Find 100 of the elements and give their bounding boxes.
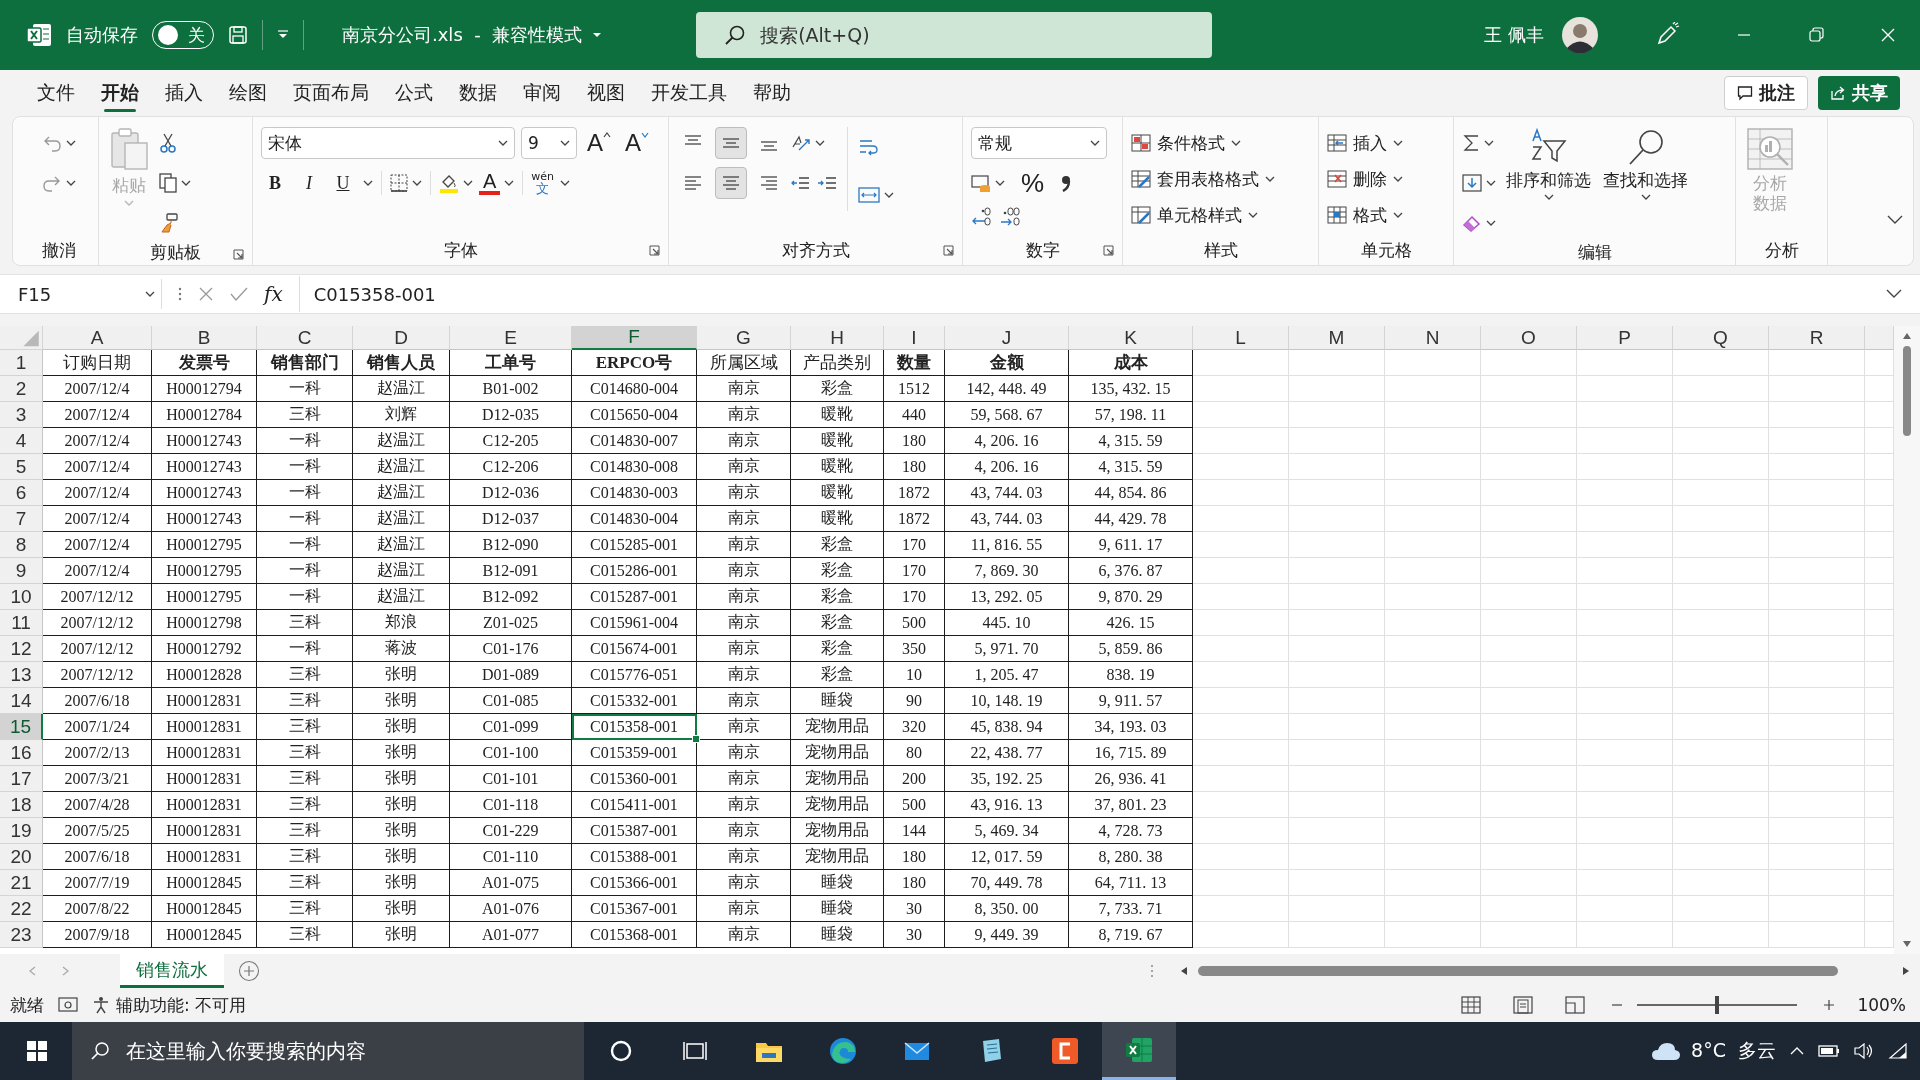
caret-icon[interactable] — [1640, 194, 1651, 200]
caret-icon[interactable] — [1265, 176, 1275, 182]
accessibility-status[interactable]: 辅助功能: 不可用 — [92, 993, 247, 1017]
caret-icon[interactable] — [815, 140, 825, 146]
bold-button[interactable]: B — [261, 172, 289, 194]
menu-tab[interactable]: 开始 — [88, 74, 152, 112]
align-center-icon[interactable] — [721, 173, 741, 193]
column-header[interactable]: C — [257, 326, 353, 350]
caret-icon[interactable] — [1543, 194, 1554, 200]
dialog-launcher-icon[interactable] — [1103, 245, 1114, 256]
caret-icon[interactable] — [995, 180, 1005, 186]
menu-tab[interactable]: 开发工具 — [638, 74, 740, 112]
column-header[interactable]: E — [450, 326, 572, 350]
recorder-app-icon[interactable] — [1049, 1035, 1081, 1067]
caret-icon[interactable] — [560, 140, 570, 146]
row-header[interactable]: 3 — [0, 402, 43, 428]
eraser-icon[interactable] — [1462, 213, 1482, 233]
menu-tab[interactable]: 公式 — [382, 74, 446, 112]
dialog-launcher-icon[interactable] — [943, 245, 954, 256]
search-field[interactable]: 搜索(Alt+Q) — [696, 12, 1213, 58]
row-header[interactable]: 1 — [0, 350, 43, 376]
column-header[interactable]: L — [1193, 326, 1289, 350]
column-header[interactable]: F — [572, 326, 697, 350]
comment-button[interactable]: 批注 — [1724, 76, 1808, 110]
column-header[interactable]: N — [1385, 326, 1481, 350]
column-header[interactable]: Q — [1673, 326, 1769, 350]
row-header[interactable]: 7 — [0, 506, 43, 532]
ribbon-menu-button[interactable]: 格式 — [1327, 199, 1403, 231]
row-header[interactable]: 21 — [0, 870, 43, 896]
caret-icon[interactable] — [463, 180, 473, 186]
caret-icon[interactable] — [145, 291, 155, 297]
insert-function-button[interactable]: fx — [264, 282, 283, 306]
file-name-menu[interactable]: 南京分公司.xls - 兼容性模式 — [342, 23, 603, 47]
column-header[interactable]: H — [791, 326, 884, 350]
number-format-field[interactable]: 常规 — [971, 127, 1107, 159]
column-header[interactable]: O — [1481, 326, 1577, 350]
fill-down-icon[interactable] — [1462, 173, 1482, 193]
format-painter-icon[interactable] — [159, 213, 179, 233]
comma-style-icon[interactable] — [1060, 174, 1073, 192]
expand-formula-icon[interactable] — [1886, 289, 1902, 299]
fill-color-icon[interactable] — [439, 173, 459, 193]
spreadsheet-icon[interactable] — [26, 23, 52, 47]
caret-icon[interactable] — [412, 180, 422, 186]
ribbon-menu-button[interactable]: 删除 — [1327, 163, 1403, 195]
borders-icon[interactable] — [390, 174, 408, 192]
page-layout-icon[interactable] — [1513, 996, 1534, 1014]
row-header[interactable]: 8 — [0, 532, 43, 558]
row-header[interactable]: 22 — [0, 896, 43, 922]
column-header[interactable]: G — [697, 326, 791, 350]
ribbon-menu-button[interactable]: 套用表格格式 — [1131, 163, 1275, 195]
dialog-launcher-icon[interactable] — [649, 245, 660, 256]
caret-icon[interactable] — [1393, 140, 1403, 146]
scroll-up-icon[interactable] — [1902, 332, 1912, 340]
cancel-icon[interactable] — [198, 286, 214, 302]
font-size-field[interactable]: 9 — [521, 127, 577, 159]
caret-icon[interactable] — [1393, 176, 1403, 182]
caret-icon[interactable] — [560, 180, 571, 186]
menu-tab[interactable]: 帮助 — [740, 74, 804, 112]
avatar-icon[interactable] — [1562, 17, 1598, 53]
row-header[interactable]: 13 — [0, 662, 43, 688]
dialog-launcher-icon[interactable] — [233, 249, 244, 260]
page-break-icon[interactable] — [1565, 996, 1586, 1014]
wifi-icon[interactable] — [1888, 1043, 1908, 1059]
decrease-decimal-icon[interactable] — [999, 207, 1021, 227]
caret-icon[interactable] — [363, 180, 373, 186]
scissors-icon[interactable] — [159, 133, 177, 153]
row-header[interactable]: 23 — [0, 922, 43, 948]
merge-center-icon[interactable] — [858, 185, 880, 205]
column-header[interactable]: R — [1769, 326, 1865, 350]
row-header[interactable]: 16 — [0, 740, 43, 766]
row-header[interactable]: 5 — [0, 454, 43, 480]
menu-tab[interactable]: 绘图 — [216, 74, 280, 112]
menu-tab[interactable]: 审阅 — [510, 74, 574, 112]
text-orientation-icon[interactable] — [791, 133, 811, 153]
macro-record-icon[interactable] — [58, 996, 78, 1014]
menu-tab[interactable]: 数据 — [446, 74, 510, 112]
column-header[interactable]: P — [1577, 326, 1673, 350]
collapse-ribbon-icon[interactable] — [1887, 215, 1903, 225]
row-header[interactable]: 2 — [0, 376, 43, 402]
customize-caret-icon[interactable] — [277, 30, 289, 40]
caret-icon[interactable] — [1484, 140, 1494, 146]
row-header[interactable]: 15 — [0, 714, 43, 740]
add-sheet-icon[interactable] — [238, 960, 260, 982]
zoom-level[interactable]: 100% — [1857, 995, 1906, 1015]
caret-icon[interactable] — [884, 192, 894, 198]
caret-icon[interactable] — [1231, 140, 1241, 146]
save-icon[interactable] — [228, 25, 248, 45]
zoom-slider-thumb[interactable] — [1715, 996, 1720, 1014]
caret-icon[interactable] — [1090, 140, 1100, 146]
close-icon[interactable] — [1880, 27, 1896, 43]
sort-filter-button[interactable]: 排序和筛选 — [1504, 127, 1593, 200]
taskbar-search-field[interactable]: 在这里输入你要搜索的内容 — [72, 1022, 584, 1080]
find-select-button[interactable]: 查找和选择 — [1601, 127, 1690, 200]
scroll-left-icon[interactable] — [1180, 966, 1188, 976]
menu-tab[interactable]: 插入 — [152, 74, 216, 112]
ribbon-menu-button[interactable]: 条件格式 — [1131, 127, 1275, 159]
row-header[interactable]: 9 — [0, 558, 43, 584]
start-icon[interactable] — [26, 1040, 48, 1062]
align-right-icon[interactable] — [759, 173, 779, 193]
battery-icon[interactable] — [1818, 1044, 1840, 1058]
